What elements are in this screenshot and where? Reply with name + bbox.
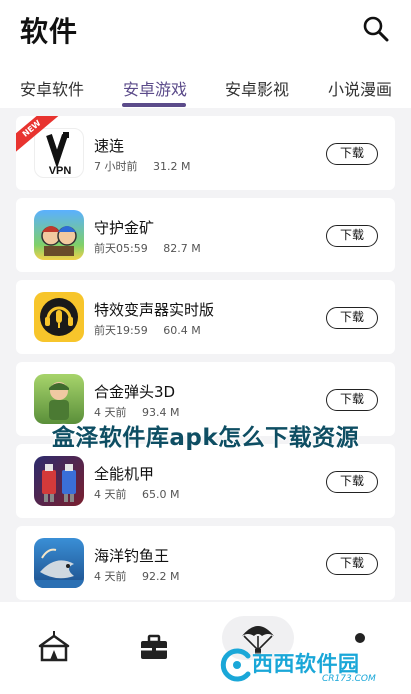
- app-updated-time: 前天05:59: [94, 242, 148, 255]
- app-size: 65.0 M: [142, 488, 180, 501]
- fishing-icon: [34, 538, 84, 588]
- app-name: 特效变声器实时版: [94, 301, 215, 319]
- list-item[interactable]: VPN NEW 速连 7 小时前 31.2 M 下载: [16, 116, 395, 190]
- app-updated-time: 4 天前: [94, 488, 127, 501]
- tab-android-games[interactable]: 安卓游戏: [123, 76, 187, 100]
- download-button[interactable]: 下载: [326, 471, 378, 493]
- soldier-icon: [34, 374, 84, 424]
- game-knights-icon: [34, 210, 84, 260]
- watermark: 西西软件园 CR173.COM: [218, 646, 394, 686]
- watermark-url: CR173.COM: [322, 674, 376, 684]
- app-size: 60.4 M: [163, 324, 201, 337]
- category-tabs: 安卓软件 安卓游戏 安卓影视 小说漫画: [0, 64, 411, 108]
- download-button[interactable]: 下载: [326, 389, 378, 411]
- app-meta: 7 小时前 31.2 M: [94, 158, 202, 174]
- active-tab-indicator: [122, 103, 186, 107]
- circus-tent-icon[interactable]: [34, 628, 74, 668]
- download-button[interactable]: 下载: [326, 143, 378, 165]
- app-meta: 4 天前 92.2 M: [94, 568, 191, 584]
- tab-android-software[interactable]: 安卓软件: [20, 76, 84, 100]
- app-meta: 前天05:59 82.7 M: [94, 240, 213, 256]
- app-name: 海洋钓鱼王: [94, 547, 170, 565]
- list-item[interactable]: 守护金矿 前天05:59 82.7 M 下载: [16, 198, 395, 272]
- page-title: 软件: [20, 15, 79, 48]
- headphone-mic-icon: [34, 292, 84, 342]
- toolbox-icon[interactable]: [134, 628, 174, 668]
- tab-android-video[interactable]: 安卓影视: [225, 76, 289, 100]
- top-app-bar: 软件: [0, 0, 411, 64]
- search-icon[interactable]: [361, 14, 391, 44]
- download-button[interactable]: 下载: [326, 225, 378, 247]
- app-updated-time: 4 天前: [94, 570, 127, 583]
- overlay-caption: 盒泽软件库apk怎么下载资源: [51, 425, 360, 451]
- app-updated-time: 7 小时前: [94, 160, 138, 173]
- app-name: 守护金矿: [94, 219, 155, 237]
- list-item[interactable]: 全能机甲 4 天前 65.0 M 下载: [16, 444, 395, 518]
- app-size: 82.7 M: [163, 242, 201, 255]
- download-button[interactable]: 下载: [326, 307, 378, 329]
- new-badge: NEW: [16, 116, 60, 160]
- download-button[interactable]: 下载: [326, 553, 378, 575]
- app-size: 31.2 M: [153, 160, 191, 173]
- app-name: 合金弹头3D: [94, 383, 176, 401]
- app-meta: 4 天前 65.0 M: [94, 486, 191, 502]
- list-item[interactable]: 特效变声器实时版 前天19:59 60.4 M 下载: [16, 280, 395, 354]
- app-name: 全能机甲: [94, 465, 155, 483]
- app-meta: 前天19:59 60.4 M: [94, 322, 213, 338]
- mech-robot-icon: [34, 456, 84, 506]
- app-name: 速连: [94, 137, 125, 155]
- app-updated-time: 前天19:59: [94, 324, 148, 337]
- watermark-logo-icon: [218, 646, 256, 684]
- app-size: 92.2 M: [142, 570, 180, 583]
- list-item[interactable]: 海洋钓鱼王 4 天前 92.2 M 下载: [16, 526, 395, 600]
- tab-novel-comics[interactable]: 小说漫画: [328, 76, 392, 100]
- vpn-icon-text: VPN: [49, 165, 72, 177]
